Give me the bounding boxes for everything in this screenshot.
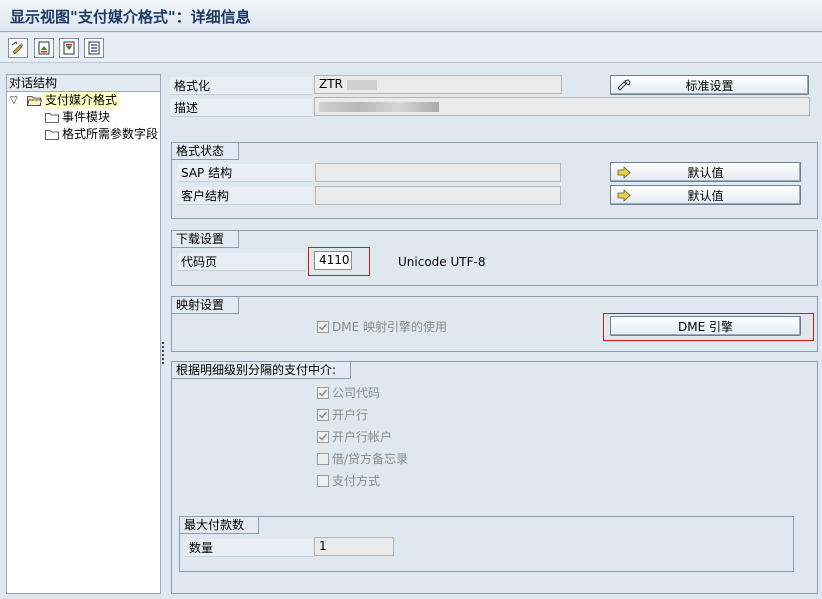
redacted-block [319,101,439,112]
default-value-button-1[interactable]: 默认值 [610,162,801,182]
customer-structure-field[interactable] [315,186,561,205]
payment-method-label: 支付方式 [332,474,381,488]
pane-splitter[interactable] [161,340,165,368]
next-entry-icon[interactable] [59,38,79,58]
quantity-value: 1 [319,539,327,553]
display-change-icon[interactable] [8,38,28,58]
tree-item-format-parameters[interactable]: 格式所需参数字段 [7,126,160,143]
expand-triangle-icon[interactable]: ▽ [10,92,18,109]
payment-method-checkbox[interactable]: 支付方式 [317,472,517,490]
format-value: ZTR [319,77,343,91]
code-page-label: 代码页 [177,253,305,271]
company-code-label: 公司代码 [332,386,381,400]
tree-item-label: 事件模块 [62,110,111,124]
max-payments-title: 最大付款数 [180,517,260,534]
download-settings-title: 下载设置 [172,231,240,248]
arrow-right-icon [617,189,631,202]
tree-item-label: 支付媒介格式 [43,92,120,109]
tree-item-payment-medium-format[interactable]: ▽ 支付媒介格式 [7,92,160,109]
checkbox-checked-icon [317,387,329,399]
checkbox-checked-icon [317,409,329,421]
debit-credit-memo-checkbox[interactable]: 借/贷方备忘录 [317,450,517,468]
quantity-field[interactable]: 1 [314,537,394,556]
description-field[interactable] [314,97,810,116]
title-bar: 显示视图"支付媒介格式"：详细信息 [0,0,822,32]
format-field[interactable]: ZTR [314,75,562,94]
checkbox-unchecked-icon [317,475,329,487]
dialog-structure-tree: 对话结构 ▽ 支付媒介格式 事件模块 格式所需参数字段 [6,74,161,594]
default-value-button-2[interactable]: 默认值 [610,185,801,205]
checkbox-checked-icon [317,431,329,443]
select-all-icon[interactable] [84,38,104,58]
company-code-checkbox[interactable]: 公司代码 [317,384,517,402]
tree-header: 对话结构 [7,75,160,92]
default-value-label: 默认值 [687,165,724,180]
window-title: 显示视图"支付媒介格式"：详细信息 [10,8,251,26]
folder-icon [45,113,59,123]
sap-structure-label: SAP 结构 [177,164,313,182]
previous-entry-icon[interactable] [34,38,54,58]
dme-engine-usage-label: DME 映射引擎的使用 [332,320,447,334]
format-label: 格式化 [170,77,312,95]
house-bank-label: 开户行 [332,408,369,422]
standard-settings-button[interactable]: 标准设置 [610,75,809,95]
checkbox-checked-icon [317,321,329,333]
debit-credit-memo-label: 借/贷方备忘录 [332,452,409,466]
house-bank-checkbox[interactable]: 开户行 [317,406,517,424]
separation-title: 根据明细级别分隔的支付中介: [172,362,352,379]
highlight-box-code-page [308,247,370,276]
dme-engine-usage-checkbox[interactable]: DME 映射引擎的使用 [317,318,517,336]
default-value-label: 默认值 [687,188,724,203]
tree-item-event-modules[interactable]: 事件模块 [7,109,160,126]
standard-settings-label: 标准设置 [685,78,734,93]
settings-wrench-icon [617,79,631,91]
encoding-text: Unicode UTF-8 [398,255,486,269]
arrow-right-icon [617,166,631,179]
tree-item-label: 格式所需参数字段 [62,127,159,141]
highlight-box-dme [603,313,814,341]
sap-structure-field[interactable] [315,163,561,182]
mapping-settings-title: 映射设置 [172,297,240,314]
house-bank-account-label: 开户行帐户 [332,430,393,444]
folder-icon [45,130,59,140]
application-toolbar [0,33,822,63]
checkbox-unchecked-icon [317,453,329,465]
quantity-label: 数量 [185,539,313,557]
format-status-title: 格式状态 [172,143,240,160]
folder-open-icon [27,96,42,106]
description-label: 描述 [170,99,312,117]
redacted-block [346,79,377,90]
house-bank-account-checkbox[interactable]: 开户行帐户 [317,428,517,446]
customer-structure-label: 客户结构 [177,187,313,205]
